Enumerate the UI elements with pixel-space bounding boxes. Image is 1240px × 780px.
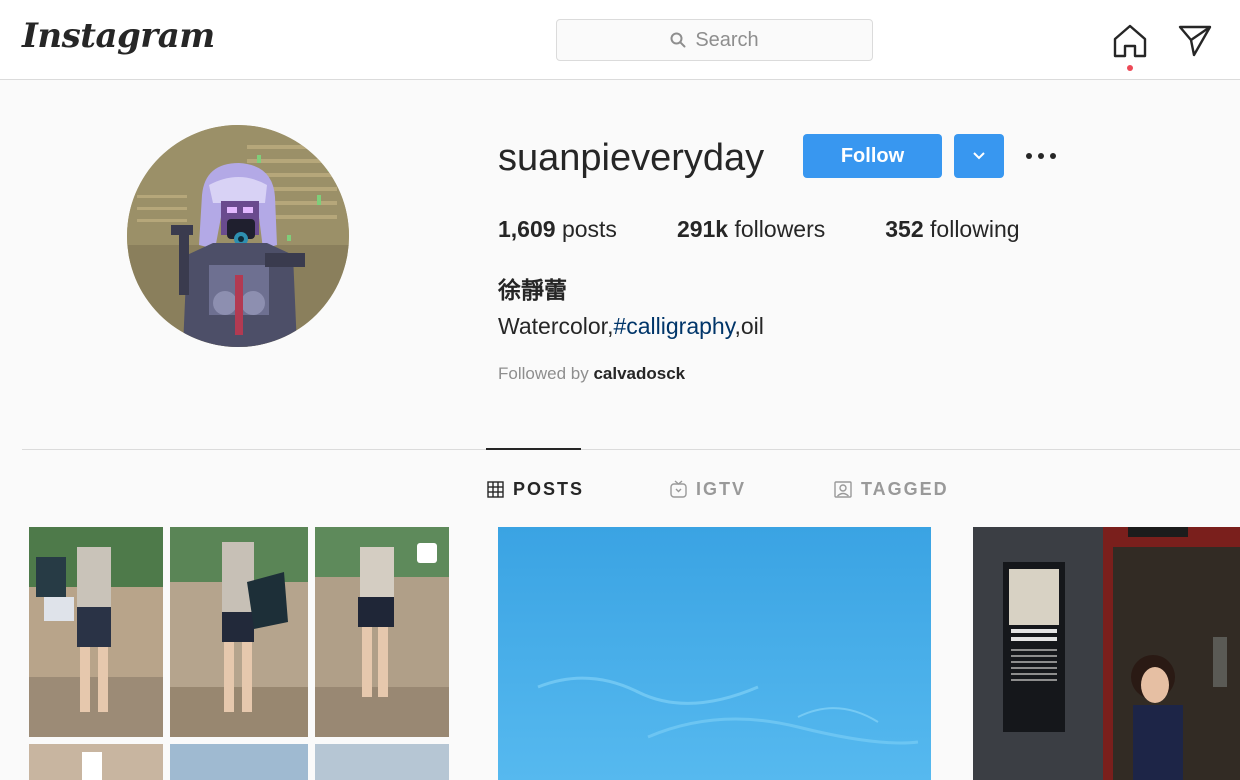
bio-hashtag-link[interactable]: #calligraphy (613, 313, 734, 339)
followers-count: 291k (676, 216, 729, 242)
profile-stats: 1,609 posts 291k followers 352 following (498, 212, 1080, 246)
posts-count-stat: 1,609 posts (498, 212, 617, 246)
tagged-icon (834, 481, 852, 498)
posts-count: 1,609 (498, 216, 556, 242)
post-thumbnail-2[interactable] (498, 527, 931, 780)
followed-by-user[interactable]: calvadosck (593, 364, 685, 383)
instagram-logo[interactable]: Instagram (22, 16, 215, 56)
tab-tagged[interactable]: TAGGED (834, 477, 949, 501)
profile-bio: Watercolor,#calligraphy,oil (498, 310, 764, 342)
grid-icon (487, 480, 504, 498)
more-options-button[interactable] (1022, 140, 1060, 172)
tabs-divider (22, 449, 1240, 450)
notification-dot (1127, 65, 1133, 71)
bio-text: Watercolor, (498, 313, 614, 339)
profile-avatar[interactable] (127, 125, 349, 347)
ellipsis-icon (1026, 153, 1056, 159)
follow-button[interactable]: Follow (803, 134, 942, 178)
following-label: following (923, 216, 1020, 242)
tab-posts[interactable]: POSTS (487, 477, 584, 501)
search-input[interactable]: Search (556, 19, 873, 61)
search-placeholder: Search (695, 28, 759, 51)
chevron-down-icon (973, 152, 985, 160)
bio-text-end: ,oil (734, 313, 764, 339)
post-thumbnail-3[interactable] (973, 527, 1240, 780)
tab-tagged-label: TAGGED (861, 478, 949, 499)
tab-posts-label: POSTS (513, 478, 585, 499)
posts-label: posts (555, 216, 617, 242)
followed-by-label: Followed by (498, 364, 594, 383)
home-icon[interactable] (1111, 22, 1149, 60)
igtv-icon (670, 480, 687, 498)
followers-label: followers (728, 216, 826, 242)
post-thumbnail-1[interactable] (22, 527, 455, 780)
tab-igtv-label: IGTV (696, 478, 747, 499)
top-nav-bar: Instagram Search (0, 0, 1240, 80)
followers-count-stat[interactable]: 291k followers (677, 212, 825, 246)
paper-plane-icon[interactable] (1177, 22, 1213, 58)
suggestions-dropdown-button[interactable] (954, 134, 1004, 178)
profile-full-name: 徐靜蕾 (498, 277, 567, 303)
profile-username: suanpieveryday (498, 137, 765, 179)
search-icon (670, 32, 686, 48)
followed-by[interactable]: Followed by calvadosck (498, 362, 685, 386)
tab-igtv[interactable]: IGTV (670, 477, 746, 501)
following-count: 352 (885, 216, 924, 242)
active-tab-indicator (486, 448, 581, 450)
following-count-stat[interactable]: 352 following (885, 212, 1019, 246)
